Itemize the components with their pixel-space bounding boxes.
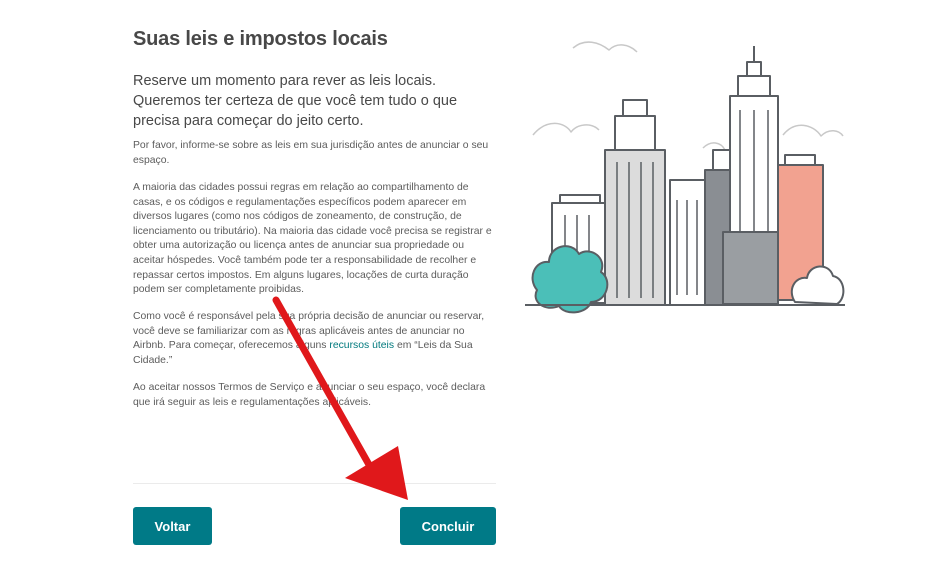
paragraph-terms: Ao aceitar nossos Termos de Serviço e an…: [133, 382, 486, 408]
paragraph-responsibility: Como você é responsável pela sua própria…: [133, 310, 495, 368]
page-title: Suas leis e impostos locais: [133, 28, 388, 50]
back-button[interactable]: Voltar: [133, 507, 212, 545]
lead-text: Reserve um momento para rever as leis lo…: [133, 73, 458, 129]
useful-resources-link[interactable]: recursos úteis: [329, 340, 394, 351]
done-button[interactable]: Concluir: [400, 507, 496, 545]
footer-divider: [133, 483, 496, 484]
paragraph-jurisdiction: Por favor, informe-se sobre as leis em s…: [133, 140, 489, 166]
paragraph-regulations: A maioria das cidades possui regras em r…: [133, 182, 492, 296]
city-skyline-illustration: [525, 41, 845, 314]
